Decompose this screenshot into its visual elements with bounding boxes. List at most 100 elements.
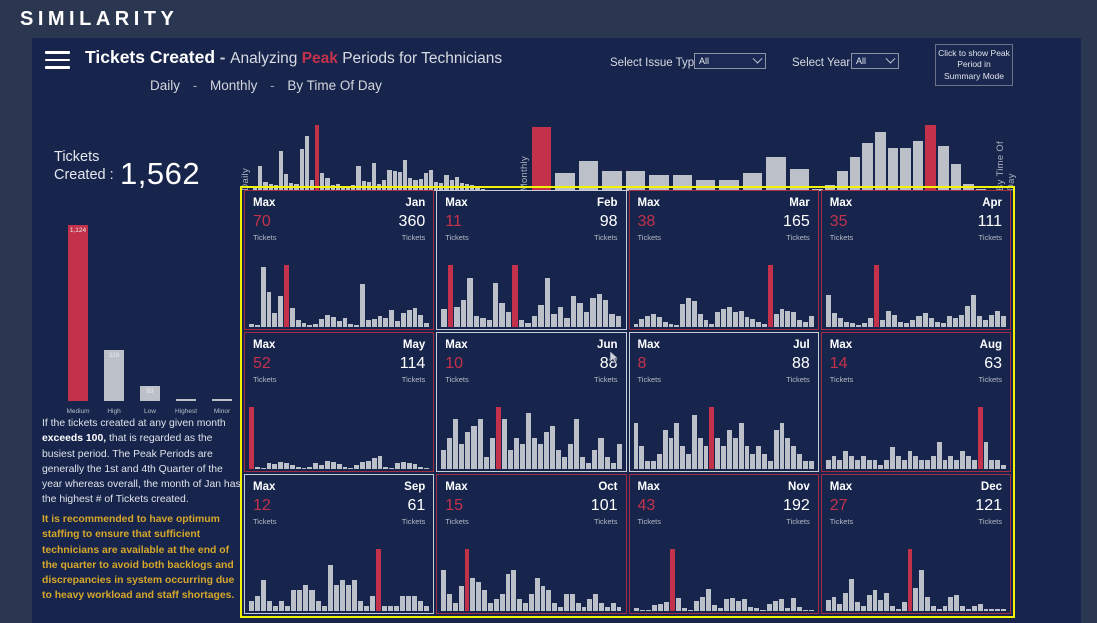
month-card-month-label: Nov	[788, 481, 810, 493]
sparkline-monthly[interactable]: Monthly	[519, 123, 810, 191]
month-card-bar	[662, 430, 668, 469]
month-card-apr[interactable]: Max Apr 35 111 Tickets Tickets	[820, 190, 1011, 330]
hamburger-menu-icon[interactable]	[45, 51, 70, 69]
month-card-unit-label: Tickets	[445, 375, 469, 384]
month-card-bar	[412, 595, 418, 611]
month-card-bar	[319, 465, 324, 469]
month-card-bar	[730, 598, 736, 611]
priority-bar-data-label: 1,124	[69, 226, 87, 234]
month-card-bar	[389, 467, 395, 469]
month-card-feb[interactable]: Max Feb 11 98 Tickets Tickets	[436, 190, 627, 330]
month-card-bar	[802, 322, 808, 327]
month-card-bar	[802, 461, 808, 469]
month-card-bar	[907, 549, 913, 611]
month-card-bar	[895, 608, 901, 611]
month-card-bar	[715, 438, 721, 469]
month-card-bar	[754, 608, 760, 611]
month-card-aug[interactable]: Max Aug 14 63 Tickets Tickets	[820, 332, 1011, 472]
priority-bar-medium[interactable]: 1,124	[67, 224, 89, 401]
show-peak-period-button[interactable]: Click to show Peak Period in Summary Mod…	[935, 44, 1013, 86]
month-card-values: 14 63	[830, 355, 1002, 373]
priority-bar-minor[interactable]	[211, 399, 233, 401]
slicer-year[interactable]: All	[851, 53, 899, 69]
priority-bar-rect: 328	[103, 349, 125, 401]
month-card-bar	[954, 594, 960, 611]
month-card-sparkline	[825, 407, 1006, 469]
month-card-values: 12 61	[253, 497, 425, 515]
slicer-issue-type[interactable]: All	[694, 53, 766, 69]
month-card-bar	[866, 460, 872, 469]
report-canvas: Tickets Created - Analyzing Peak Periods…	[32, 38, 1081, 623]
month-card-bar	[389, 310, 395, 327]
month-card-bar	[767, 265, 773, 327]
priority-bar-highest[interactable]	[175, 399, 197, 401]
month-card-bar	[1001, 464, 1006, 469]
month-card-mar[interactable]: Max Mar 38 165 Tickets Tickets	[628, 190, 819, 330]
month-card-bar	[540, 586, 546, 611]
month-card-bar	[610, 602, 616, 611]
month-card-units: Tickets Tickets	[638, 233, 810, 242]
sparkline-bar	[925, 125, 936, 191]
month-card-bar	[371, 458, 377, 469]
month-card-bar	[406, 463, 412, 469]
month-card-bar	[639, 445, 645, 469]
month-card-bar	[970, 295, 976, 327]
month-card-bar	[958, 314, 964, 327]
month-card-sparkline	[633, 549, 814, 611]
recommendation-note: It is recommended to have optimum staffi…	[42, 514, 235, 602]
month-card-bar	[633, 608, 639, 611]
sparkline-daily[interactable]: Daily	[240, 123, 516, 191]
month-card-bar	[342, 466, 348, 469]
nav-item-by-time-of-day[interactable]: By Time Of Day	[287, 78, 382, 93]
month-card-values: 11 98	[445, 213, 617, 231]
page-subtitle-pre: Analyzing	[230, 50, 302, 67]
month-card-bar	[523, 602, 528, 611]
priority-bar-chart[interactable]: 1,124 Medium 328 High 93 Low Highest Minor	[60, 200, 240, 415]
nav-item-monthly[interactable]: Monthly	[210, 78, 257, 93]
month-card-bar	[363, 605, 369, 611]
month-card-nov[interactable]: Max Nov 43 192 Tickets Tickets	[628, 474, 819, 614]
month-card-sep[interactable]: Max Sep 12 61 Tickets Tickets	[244, 474, 435, 614]
sparkline-by-time-of-day[interactable]: By Time Of Day	[812, 123, 1017, 191]
month-card-may[interactable]: Max May 52 114 Tickets Tickets	[244, 332, 435, 472]
month-card-bar	[354, 465, 360, 469]
month-card-bar	[315, 600, 321, 611]
month-card-bar	[971, 460, 977, 469]
month-card-dec[interactable]: Max Dec 27 121 Tickets Tickets	[820, 474, 1011, 614]
month-card-bar	[519, 444, 525, 469]
month-card-oct[interactable]: Max Oct 15 101 Tickets Tickets	[436, 474, 627, 614]
month-card-jul[interactable]: Max Jul 8 88 Tickets Tickets	[628, 332, 819, 472]
month-card-bar	[890, 446, 895, 469]
month-card-bar	[400, 595, 406, 611]
month-card-bar	[709, 323, 715, 327]
month-card-sparkline	[249, 407, 430, 469]
month-card-bar	[512, 265, 518, 327]
month-card-bar	[831, 455, 837, 469]
month-card-bar	[473, 315, 480, 327]
priority-bar-low[interactable]: 93	[139, 386, 161, 401]
priority-bar-high[interactable]: 328	[103, 349, 125, 401]
month-card-bar	[447, 594, 452, 611]
nav-item-daily[interactable]: Daily	[150, 78, 180, 93]
month-card-bar	[878, 599, 884, 611]
month-card-bar	[400, 461, 406, 469]
month-card-bar	[790, 598, 796, 611]
month-card-unit-label: Tickets	[637, 375, 661, 384]
month-card-bar	[400, 312, 406, 327]
month-card-jun[interactable]: Max Jun 10 88 Tickets Tickets	[436, 332, 627, 472]
month-card-bar	[907, 451, 913, 469]
month-card-bar	[831, 597, 837, 611]
month-card-unit-label: Tickets	[978, 375, 1002, 384]
month-card-header: Max Jul	[638, 339, 810, 351]
month-card-header: Max Sep	[253, 481, 425, 493]
month-card-units: Tickets Tickets	[253, 375, 425, 384]
month-card-bar	[645, 315, 651, 327]
month-card-bar	[919, 460, 925, 469]
month-card-bar	[447, 438, 453, 469]
month-card-bar	[418, 314, 424, 327]
month-card-bar	[633, 323, 639, 327]
month-card-bar	[273, 605, 279, 611]
month-card-bar	[983, 442, 989, 469]
month-card-jan[interactable]: Max Jan 70 360 Tickets Tickets	[244, 190, 435, 330]
slicer-label-year: Select Year	[792, 57, 851, 69]
